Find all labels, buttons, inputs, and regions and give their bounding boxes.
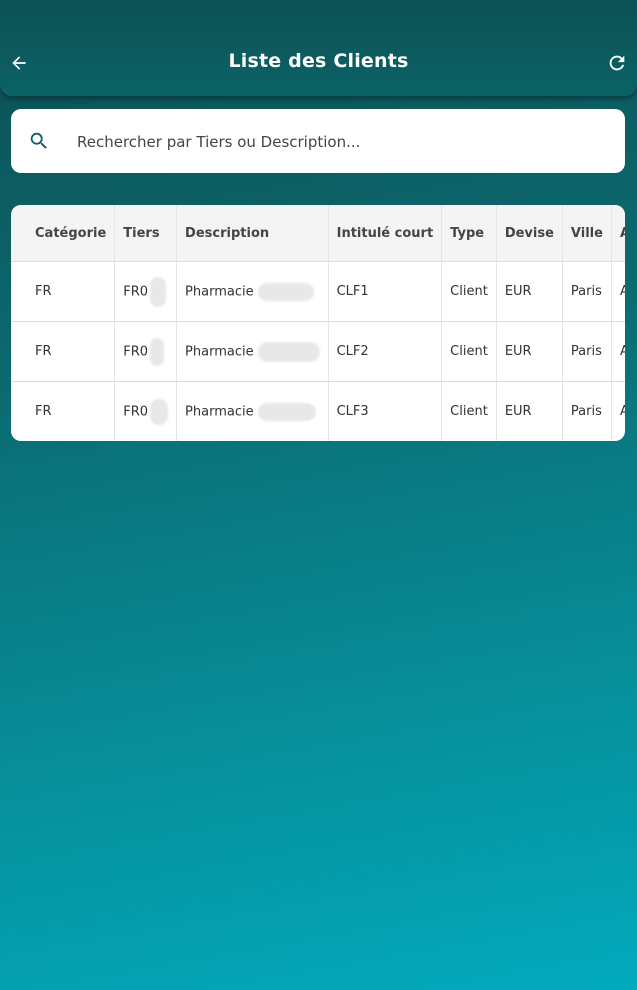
column-header-description[interactable]: Description (176, 205, 329, 262)
redacted-mark (150, 398, 169, 425)
cell-categorie: FR (11, 261, 116, 322)
cell-type: Client (441, 381, 497, 441)
cell-tiers: FR0 (114, 261, 178, 322)
redacted-mark (150, 337, 165, 366)
cell-intitule-court: CLF1 (328, 261, 443, 322)
cell-adresse: A3 (619, 404, 625, 419)
cell-description: Pharmacie (176, 321, 329, 382)
cell-ville: Paris (562, 261, 612, 322)
column-header-categorie[interactable]: Catégorie (11, 205, 116, 262)
cell-tiers: FR0 (114, 381, 178, 441)
column-header-intitule-court[interactable]: Intitulé court (328, 205, 443, 262)
cell-categorie: FR (11, 321, 116, 382)
cell-ville: Paris (562, 381, 612, 441)
search-icon (30, 132, 47, 149)
redacted-mark (257, 341, 320, 362)
app-bar: Liste des Clients (0, 0, 637, 96)
page-title: Liste des Clients (228, 50, 409, 72)
table-header-row: Catégorie Tiers Description Intitulé cou… (11, 205, 625, 262)
clients-table-card: Catégorie Tiers Description Intitulé cou… (11, 205, 625, 441)
search-bar (11, 109, 625, 175)
clients-table: Catégorie Tiers Description Intitulé cou… (11, 205, 625, 441)
table-row[interactable]: FR FR0 Pharmacie CLF3 Client EUR Paris A… (11, 381, 625, 441)
search-input[interactable] (75, 109, 609, 175)
cell-tiers: FR0 (114, 321, 178, 382)
table-row[interactable]: FR FR0 Pharmacie CLF1 Client EUR Paris A… (11, 261, 625, 322)
cell-categorie: FR (11, 381, 116, 441)
refresh-button[interactable] (604, 50, 630, 76)
column-header-tiers[interactable]: Tiers (114, 205, 178, 262)
refresh-icon (609, 55, 625, 71)
cell-adresse: A1 (611, 261, 625, 322)
redacted-mark (257, 402, 316, 421)
column-header-ville[interactable]: Ville (562, 205, 612, 262)
cell-type: Client (441, 261, 497, 322)
cell-devise: EUR (496, 261, 563, 322)
cell-ville: Paris (562, 321, 612, 382)
redacted-mark (257, 282, 314, 301)
redacted-mark (150, 276, 167, 307)
cell-adresse: A2 (611, 321, 625, 382)
column-header-type[interactable]: Type (441, 205, 497, 262)
column-header-adresse[interactable]: Adresse (611, 205, 625, 262)
cell-description: Pharmacie (176, 381, 329, 441)
column-header-devise[interactable]: Devise (496, 205, 563, 262)
cell-intitule-court: CLF2 (328, 321, 443, 382)
cell-devise: EUR (496, 321, 563, 382)
cell-type: Client (441, 321, 497, 382)
cell-devise: EUR (496, 381, 563, 441)
table-row[interactable]: FR FR0 Pharmacie CLF2 Client EUR Paris A… (11, 321, 625, 382)
cell-intitule-court: CLF3 (328, 381, 443, 441)
cell-description: Pharmacie (176, 261, 329, 322)
